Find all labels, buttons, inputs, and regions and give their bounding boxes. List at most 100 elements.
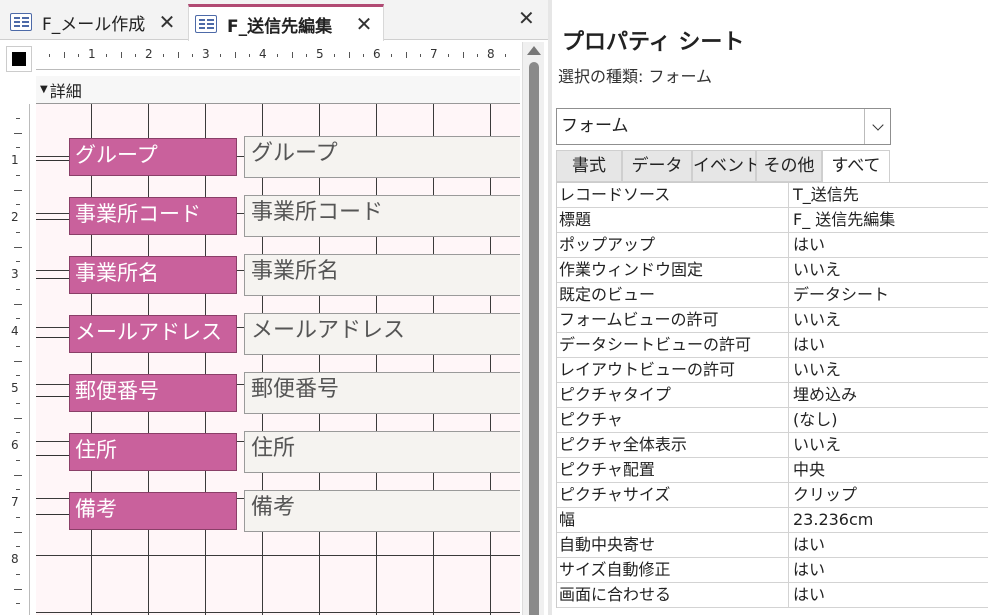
ruler-tick — [14, 246, 22, 248]
property-row[interactable]: ピクチャ配置 中央 — [557, 458, 988, 483]
property-name: ピクチャ — [557, 408, 789, 432]
close-icon[interactable]: ✕ — [156, 12, 178, 32]
form-selector-box[interactable] — [6, 46, 32, 72]
property-row[interactable]: ピクチャサイズ クリップ — [557, 483, 988, 508]
label-office-code[interactable]: 事業所コード — [69, 197, 237, 235]
control-connector — [36, 337, 69, 338]
property-value[interactable]: はい — [789, 233, 988, 257]
ruler-tick — [220, 53, 222, 57]
property-row[interactable]: ピクチャタイプ 埋め込み — [557, 383, 988, 408]
detail-section-header[interactable]: ▼ 詳細 — [36, 76, 520, 104]
ruler-tick — [106, 53, 108, 57]
property-row[interactable]: ピクチャ全体表示 いいえ — [557, 433, 988, 458]
ruler-tick — [16, 146, 20, 148]
tab-event[interactable]: イベント — [692, 150, 761, 182]
close-icon[interactable]: ✕ — [353, 14, 375, 34]
dropdown-button[interactable] — [864, 109, 890, 144]
textbox-notes[interactable]: 備考 — [244, 490, 520, 532]
textbox-office-name[interactable]: 事業所名 — [244, 254, 520, 296]
property-row[interactable]: 既定のビュー データシート — [557, 283, 988, 308]
property-value[interactable]: (なし) — [789, 408, 988, 432]
property-value[interactable]: T_送信先 — [789, 183, 988, 207]
tab-other[interactable]: その他 — [756, 150, 822, 182]
property-row[interactable]: 標題 F_ 送信先編集 — [557, 208, 988, 233]
property-row[interactable]: 自動中央寄せ はい — [557, 533, 988, 558]
property-name: ピクチャタイプ — [557, 383, 789, 407]
property-row[interactable]: サイズ自動修正 はい — [557, 558, 988, 583]
property-row[interactable]: ポップアップ はい — [557, 233, 988, 258]
property-value[interactable]: いいえ — [789, 358, 988, 382]
ruler-tick — [63, 52, 65, 58]
property-value[interactable]: 23.236cm — [789, 508, 988, 532]
ruler-tick — [277, 53, 279, 57]
label-address[interactable]: 住所 — [69, 433, 237, 471]
property-row[interactable]: 幅 23.236cm — [557, 508, 988, 533]
ruler-tick — [14, 531, 22, 533]
ruler-tick — [16, 317, 20, 319]
ruler-number: 1 — [11, 153, 19, 167]
ruler-number: 4 — [11, 324, 19, 338]
property-value[interactable]: データシート — [789, 283, 988, 307]
property-row[interactable]: データシートビューの許可 はい — [557, 333, 988, 358]
property-value[interactable]: はい — [789, 533, 988, 557]
property-value[interactable]: クリップ — [789, 483, 988, 507]
ruler-tick — [77, 53, 79, 57]
ruler-number: 3 — [202, 47, 210, 61]
scroll-thumb[interactable] — [529, 62, 539, 615]
vertical-ruler[interactable]: 1 2 3 4 5 6 7 8 — [6, 104, 30, 615]
label-notes[interactable]: 備考 — [69, 492, 237, 530]
property-value[interactable]: いいえ — [789, 258, 988, 282]
close-document-button[interactable]: ✕ — [518, 8, 535, 28]
textbox-postal-code[interactable]: 郵便番号 — [244, 372, 520, 414]
ruler-tick — [291, 52, 293, 58]
property-value[interactable]: いいえ — [789, 433, 988, 457]
label-postal-code[interactable]: 郵便番号 — [69, 374, 237, 412]
ruler-tick — [163, 53, 165, 57]
textbox-office-code[interactable]: 事業所コード — [244, 195, 520, 237]
chevron-down-icon — [871, 118, 884, 131]
ruler-tick — [14, 474, 22, 476]
property-value[interactable]: いいえ — [789, 308, 988, 332]
property-tabs: 書式 データ イベント その他 すべて — [556, 150, 988, 183]
property-row[interactable]: レコードソース T_送信先 — [557, 183, 988, 208]
tab-format[interactable]: 書式 — [556, 150, 622, 182]
tab-all[interactable]: すべて — [822, 150, 890, 183]
property-row[interactable]: 画面に合わせる はい — [557, 583, 988, 608]
property-value[interactable]: F_ 送信先編集 — [789, 208, 988, 232]
property-row[interactable]: ピクチャ (なし) — [557, 408, 988, 433]
ruler-tick — [405, 52, 407, 58]
property-name: サイズ自動修正 — [557, 558, 789, 582]
selection-object-dropdown[interactable]: フォーム — [556, 108, 891, 145]
property-value[interactable]: 埋め込み — [789, 383, 988, 407]
ruler-tick — [348, 52, 350, 58]
tab-f-recipient-edit[interactable]: F_送信先編集 ✕ — [188, 4, 384, 41]
textbox-group[interactable]: グループ — [244, 136, 520, 178]
textbox-email[interactable]: メールアドレス — [244, 313, 520, 355]
property-value[interactable]: はい — [789, 583, 988, 607]
ruler-tick — [14, 417, 22, 419]
textbox-address[interactable]: 住所 — [244, 431, 520, 473]
label-office-name[interactable]: 事業所名 — [69, 256, 237, 294]
section-marker-icon: ▼ — [40, 84, 48, 95]
property-value[interactable]: はい — [789, 558, 988, 582]
label-group[interactable]: グループ — [69, 138, 237, 176]
ruler-tick — [134, 53, 136, 57]
property-row[interactable]: 作業ウィンドウ固定 いいえ — [557, 258, 988, 283]
property-row[interactable]: レイアウトビューの許可 いいえ — [557, 358, 988, 383]
designer-vertical-scrollbar[interactable] — [522, 42, 544, 615]
property-name: ピクチャサイズ — [557, 483, 789, 507]
scroll-up-arrow-icon[interactable] — [527, 46, 541, 55]
control-connector — [36, 514, 69, 515]
property-row[interactable]: フォームビューの許可 いいえ — [557, 308, 988, 333]
detail-section-grid[interactable]: グループ グループ 事業所コード 事業所コード 事業所名 事業所名 メールアドレ… — [36, 104, 520, 615]
property-value[interactable]: はい — [789, 333, 988, 357]
tab-data[interactable]: データ — [622, 150, 692, 182]
selection-object-value: フォーム — [561, 116, 629, 136]
tab-f-mail-create[interactable]: F_メール作成 ✕ — [4, 4, 186, 40]
property-value[interactable]: 中央 — [789, 458, 988, 482]
ruler-number: 7 — [11, 495, 19, 509]
horizontal-ruler[interactable]: 1 2 3 4 5 6 7 8 — [36, 42, 520, 70]
label-email[interactable]: メールアドレス — [69, 315, 237, 353]
ruler-number: 1 — [88, 47, 96, 61]
property-sheet-title: プロパティ シート — [562, 30, 745, 55]
